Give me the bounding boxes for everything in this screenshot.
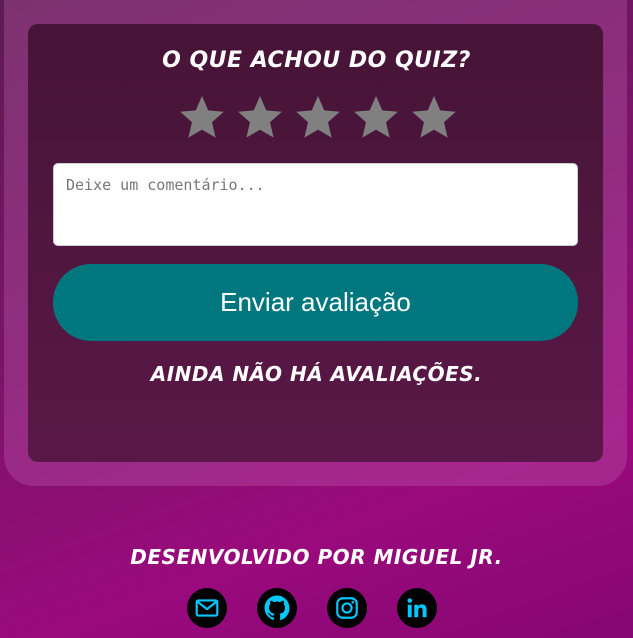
github-link[interactable]	[257, 588, 297, 628]
email-link[interactable]	[187, 588, 227, 628]
star-5-button[interactable]	[410, 93, 458, 141]
star-1-button[interactable]	[178, 93, 226, 141]
star-icon	[354, 96, 398, 138]
linkedin-icon	[407, 598, 427, 618]
no-ratings-message: Ainda não há avaliações.	[150, 362, 483, 386]
email-icon	[195, 599, 219, 617]
star-icon	[238, 96, 282, 138]
submit-rating-button[interactable]: Enviar avaliação	[53, 264, 578, 341]
comment-input[interactable]	[53, 163, 578, 246]
star-icon	[412, 96, 456, 138]
star-icon	[296, 96, 340, 138]
star-icon	[180, 96, 224, 138]
star-2-button[interactable]	[236, 93, 284, 141]
rating-title: O que achou do quiz?	[162, 48, 471, 73]
star-rating[interactable]	[178, 93, 458, 141]
star-3-button[interactable]	[294, 93, 342, 141]
github-icon	[264, 595, 290, 620]
footer-credits: Desenvolvido por Miguel Jr.	[130, 545, 503, 569]
star-4-button[interactable]	[352, 93, 400, 141]
instagram-icon	[336, 597, 358, 619]
instagram-link[interactable]	[327, 588, 367, 628]
linkedin-link[interactable]	[397, 588, 437, 628]
social-links	[187, 588, 437, 628]
